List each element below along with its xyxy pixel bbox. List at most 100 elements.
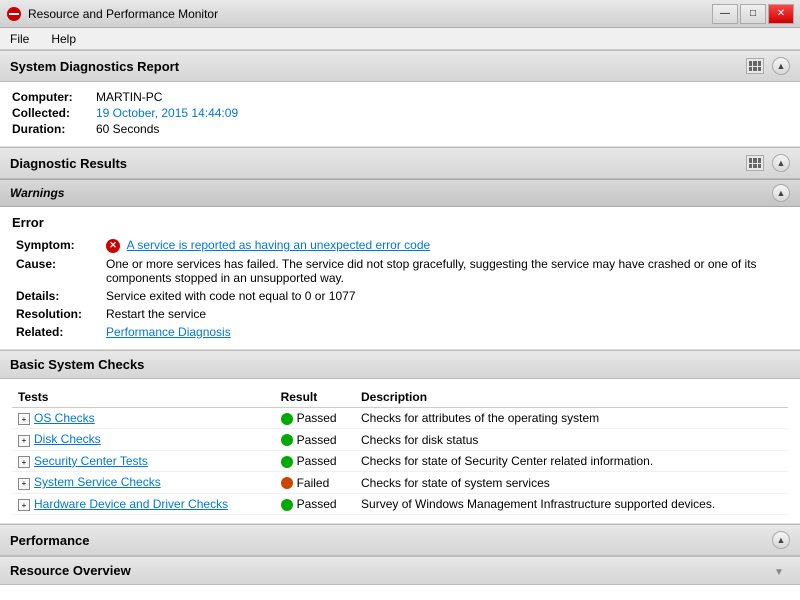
check-description-cell: Checks for attributes of the operating s… bbox=[355, 407, 788, 429]
menu-bar: File Help bbox=[0, 28, 800, 50]
basic-checks-section-header[interactable]: Basic System Checks bbox=[0, 350, 800, 379]
computer-value: MARTIN-PC bbox=[96, 90, 162, 104]
check-result-text: Failed bbox=[297, 476, 330, 490]
basic-checks-title: Basic System Checks bbox=[10, 357, 144, 372]
error-section: Error Symptom: ✕ A service is reported a… bbox=[0, 207, 800, 350]
diagnostic-grid-icon bbox=[746, 155, 764, 171]
expand-row-button[interactable]: + bbox=[18, 435, 30, 447]
expand-row-button[interactable]: + bbox=[18, 456, 30, 468]
checks-table: Tests Result Description + OS Checks Passe… bbox=[12, 387, 788, 516]
title-bar: Resource and Performance Monitor — □ ✕ bbox=[0, 0, 800, 28]
checks-header-row: Tests Result Description bbox=[12, 387, 788, 408]
check-name-cell: + Disk Checks bbox=[12, 429, 275, 451]
cause-value: One or more services has failed. The ser… bbox=[102, 255, 788, 287]
details-value: Service exited with code not equal to 0 … bbox=[102, 287, 788, 305]
diagnostic-results-header[interactable]: Diagnostic Results ▲ bbox=[0, 147, 800, 179]
duration-value: 60 Seconds bbox=[96, 122, 159, 136]
check-description-cell: Checks for state of system services bbox=[355, 472, 788, 494]
computer-label: Computer: bbox=[12, 90, 92, 104]
cause-row: Cause: One or more services has failed. … bbox=[12, 255, 788, 287]
symptom-row: Symptom: ✕ A service is reported as havi… bbox=[12, 236, 788, 255]
duration-label: Duration: bbox=[12, 122, 92, 136]
duration-row: Duration: 60 Seconds bbox=[12, 122, 788, 136]
check-name-link[interactable]: Disk Checks bbox=[34, 432, 101, 446]
system-diagnostics-title: System Diagnostics Report bbox=[10, 59, 179, 74]
table-row: + Hardware Device and Driver Checks Passed… bbox=[12, 493, 788, 515]
collapse-performance-button[interactable]: ▲ bbox=[772, 531, 790, 549]
resolution-value: Restart the service bbox=[102, 305, 788, 323]
collected-row: Collected: 19 October, 2015 14:44:09 bbox=[12, 106, 788, 120]
expand-row-button[interactable]: + bbox=[18, 413, 30, 425]
warnings-title: Warnings bbox=[10, 186, 64, 200]
close-button[interactable]: ✕ bbox=[768, 4, 794, 24]
related-link[interactable]: Performance Diagnosis bbox=[106, 325, 231, 339]
main-content: System Diagnostics Report ▲ Computer: MA… bbox=[0, 50, 800, 600]
error-table: Symptom: ✕ A service is reported as havi… bbox=[12, 236, 788, 341]
cause-label: Cause: bbox=[12, 255, 102, 287]
check-result-cell: Passed bbox=[275, 493, 355, 515]
section-header-right: ▲ bbox=[746, 57, 790, 75]
symptom-label: Symptom: bbox=[12, 236, 102, 255]
check-result-cell: Passed bbox=[275, 429, 355, 451]
performance-header[interactable]: Performance ▲ bbox=[0, 524, 800, 556]
collapse-warnings-button[interactable]: ▲ bbox=[772, 184, 790, 202]
check-name-cell: + Hardware Device and Driver Checks bbox=[12, 493, 275, 515]
report-section: Computer: MARTIN-PC Collected: 19 Octobe… bbox=[0, 82, 800, 147]
col-tests: Tests bbox=[12, 387, 275, 408]
collapse-diagnostics-button[interactable]: ▲ bbox=[772, 57, 790, 75]
check-result-text: Passed bbox=[297, 433, 337, 447]
table-row: + Security Center Tests PassedChecks for s… bbox=[12, 450, 788, 472]
resource-overview-header[interactable]: Resource Overview ▼ bbox=[0, 556, 800, 585]
title-bar-controls: — □ ✕ bbox=[712, 4, 794, 24]
table-row: + Disk Checks Passed Checks for disk status bbox=[12, 429, 788, 451]
resolution-row: Resolution: Restart the service bbox=[12, 305, 788, 323]
related-value: Performance Diagnosis bbox=[102, 323, 788, 341]
check-description-cell: Checks for disk status bbox=[355, 429, 788, 451]
check-name-link[interactable]: System Service Checks bbox=[34, 475, 161, 489]
check-name-link[interactable]: Security Center Tests bbox=[34, 454, 148, 468]
diagnostic-results-title: Diagnostic Results bbox=[10, 156, 127, 171]
details-label: Details: bbox=[12, 287, 102, 305]
col-description: Description bbox=[355, 387, 788, 408]
menu-help[interactable]: Help bbox=[45, 31, 82, 47]
resource-overview-title: Resource Overview bbox=[10, 563, 131, 578]
maximize-button[interactable]: □ bbox=[740, 4, 766, 24]
check-name-cell: + Security Center Tests bbox=[12, 450, 275, 472]
system-diagnostics-header[interactable]: System Diagnostics Report ▲ bbox=[0, 50, 800, 82]
computer-row: Computer: MARTIN-PC bbox=[12, 90, 788, 104]
check-name-cell: + System Service Checks bbox=[12, 472, 275, 494]
details-row: Details: Service exited with code not eq… bbox=[12, 287, 788, 305]
table-row: + OS Checks Passed Checks for attributes of… bbox=[12, 407, 788, 429]
error-circle-icon: ✕ bbox=[106, 239, 120, 253]
collected-label: Collected: bbox=[12, 106, 92, 120]
collected-value: 19 October, 2015 14:44:09 bbox=[96, 106, 238, 120]
grid-icon bbox=[746, 58, 764, 74]
check-description-cell: Checks for state of Security Center rela… bbox=[355, 450, 788, 472]
warnings-header[interactable]: Warnings ▲ bbox=[0, 179, 800, 207]
scrollbar-indicator: ▼ bbox=[774, 564, 790, 578]
collapse-diagnostic-results-button[interactable]: ▲ bbox=[772, 154, 790, 172]
check-name-link[interactable]: OS Checks bbox=[34, 411, 95, 425]
status-dot-green bbox=[281, 456, 293, 468]
status-dot-green bbox=[281, 434, 293, 446]
menu-file[interactable]: File bbox=[4, 31, 35, 47]
check-result-cell: Passed bbox=[275, 450, 355, 472]
check-name-cell: + OS Checks bbox=[12, 407, 275, 429]
check-result-text: Passed bbox=[297, 411, 337, 425]
status-dot-red bbox=[281, 477, 293, 489]
related-label: Related: bbox=[12, 323, 102, 341]
related-row: Related: Performance Diagnosis bbox=[12, 323, 788, 341]
check-description-cell: Survey of Windows Management Infrastruct… bbox=[355, 493, 788, 515]
diagnostic-results-right: ▲ bbox=[746, 154, 790, 172]
check-result-text: Passed bbox=[297, 497, 337, 511]
status-dot-green bbox=[281, 413, 293, 425]
col-result: Result bbox=[275, 387, 355, 408]
minimize-button[interactable]: — bbox=[712, 4, 738, 24]
symptom-link[interactable]: A service is reported as having an unexp… bbox=[127, 238, 431, 252]
expand-row-button[interactable]: + bbox=[18, 478, 30, 490]
window-title: Resource and Performance Monitor bbox=[28, 7, 218, 21]
checks-section: Tests Result Description + OS Checks Passe… bbox=[0, 379, 800, 525]
expand-row-button[interactable]: + bbox=[18, 499, 30, 511]
check-name-link[interactable]: Hardware Device and Driver Checks bbox=[34, 497, 228, 511]
check-result-cell: Failed bbox=[275, 472, 355, 494]
